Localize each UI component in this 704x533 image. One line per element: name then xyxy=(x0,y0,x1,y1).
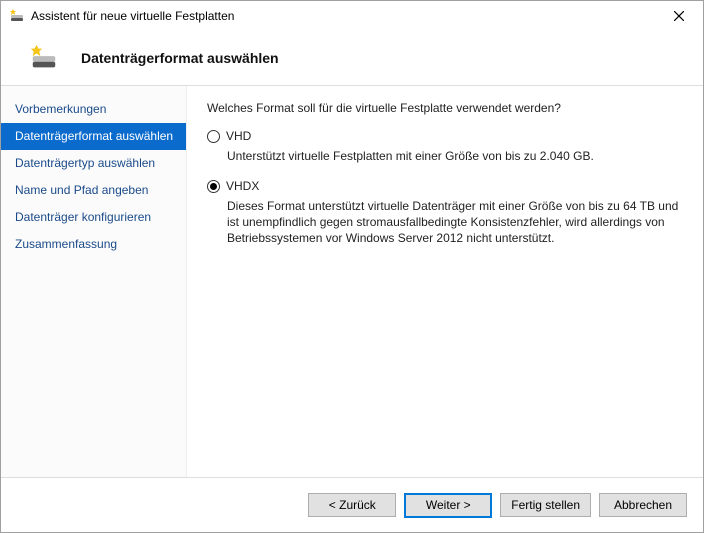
footer: < Zurück Weiter > Fertig stellen Abbrech… xyxy=(1,477,703,532)
wizard-window: Assistent für neue virtuelle Festplatten… xyxy=(0,0,704,533)
page-title: Datenträgerformat auswählen xyxy=(81,50,279,66)
titlebar: Assistent für neue virtuelle Festplatten xyxy=(1,1,703,31)
radio-vhdx-label: VHDX xyxy=(226,178,259,194)
sidebar-item-name-pfad[interactable]: Name und Pfad angeben xyxy=(1,177,186,204)
sidebar-item-datentraegerformat[interactable]: Datenträgerformat auswählen xyxy=(1,123,186,150)
radio-vhd[interactable] xyxy=(207,130,220,143)
sidebar-item-konfigurieren[interactable]: Datenträger konfigurieren xyxy=(1,204,186,231)
finish-button[interactable]: Fertig stellen xyxy=(500,493,591,517)
sidebar: Vorbemerkungen Datenträgerformat auswähl… xyxy=(1,86,187,477)
header: Datenträgerformat auswählen xyxy=(1,31,703,86)
vhd-description: Unterstützt virtuelle Festplatten mit ei… xyxy=(227,148,687,164)
cancel-button[interactable]: Abbrechen xyxy=(599,493,687,517)
format-question: Welches Format soll für die virtuelle Fe… xyxy=(207,100,687,116)
close-button[interactable] xyxy=(659,2,699,30)
sidebar-item-zusammenfassung[interactable]: Zusammenfassung xyxy=(1,231,186,258)
body: Vorbemerkungen Datenträgerformat auswähl… xyxy=(1,86,703,477)
radio-vhd-label: VHD xyxy=(226,128,251,144)
radio-vhdx[interactable] xyxy=(207,180,220,193)
window-title: Assistent für neue virtuelle Festplatten xyxy=(31,9,659,23)
content: Welches Format soll für die virtuelle Fe… xyxy=(187,86,703,477)
header-disk-icon xyxy=(29,43,59,73)
radio-row-vhd[interactable]: VHD xyxy=(207,128,687,144)
close-icon xyxy=(674,11,684,21)
sidebar-item-vorbemerkungen[interactable]: Vorbemerkungen xyxy=(1,96,186,123)
sidebar-item-datentraegertyp[interactable]: Datenträgertyp auswählen xyxy=(1,150,186,177)
vhdx-description: Dieses Format unterstützt virtuelle Date… xyxy=(227,198,687,246)
window-disk-icon xyxy=(9,8,25,24)
next-button[interactable]: Weiter > xyxy=(404,493,492,518)
radio-row-vhdx[interactable]: VHDX xyxy=(207,178,687,194)
back-button[interactable]: < Zurück xyxy=(308,493,396,517)
